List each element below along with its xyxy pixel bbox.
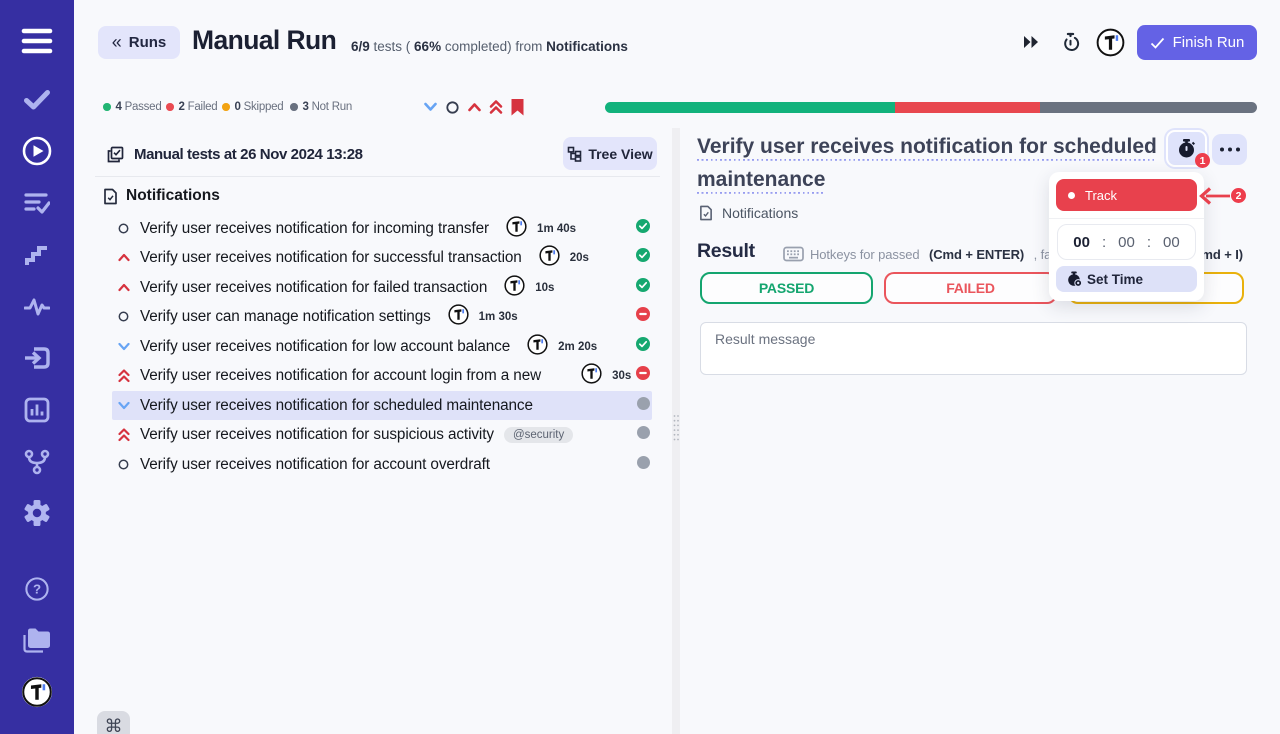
svg-text:?: ? [33, 582, 41, 597]
